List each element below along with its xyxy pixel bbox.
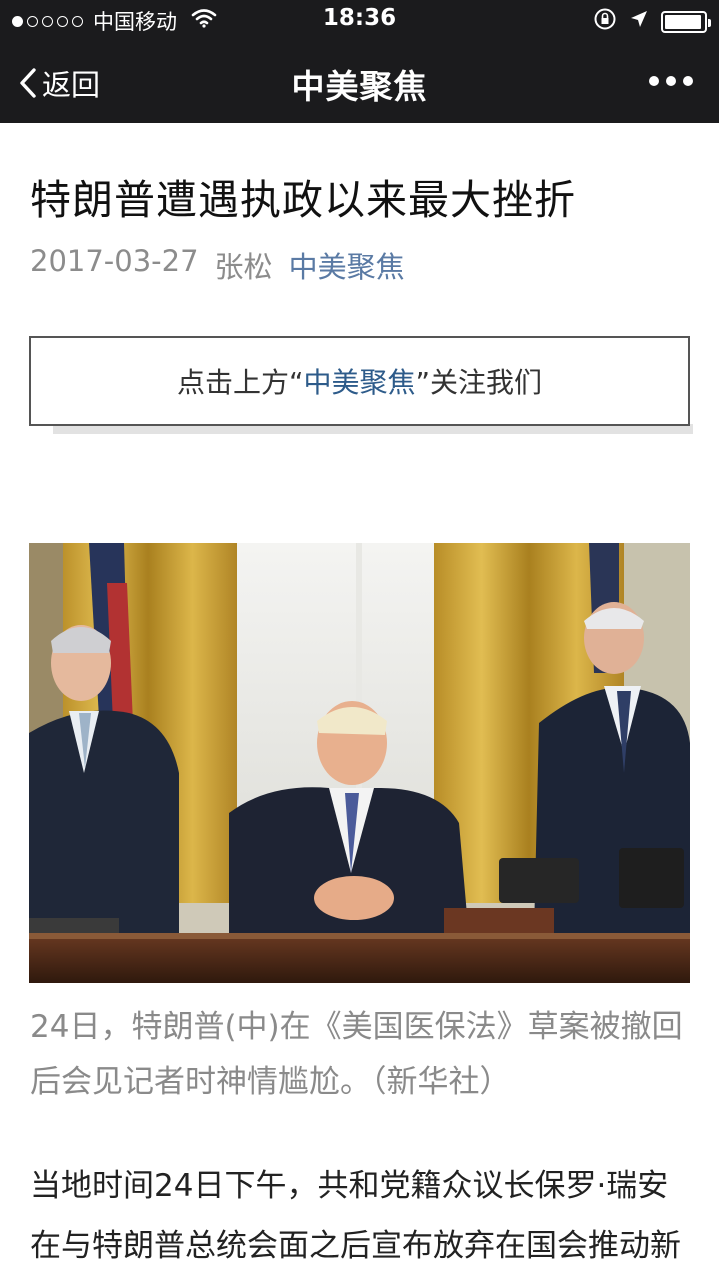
follow-account-name: 中美聚焦 — [303, 366, 416, 399]
location-arrow-icon — [629, 9, 649, 35]
author-name: 张松 — [214, 250, 273, 284]
follow-suffix: ”关注我们 — [415, 366, 543, 399]
more-dot — [666, 76, 676, 86]
rotation-lock-icon — [593, 7, 617, 37]
nav-title: 中美聚焦 — [291, 67, 428, 106]
press-photo-image — [29, 543, 690, 983]
account-link[interactable]: 中美聚焦 — [289, 244, 405, 286]
battery-level — [665, 15, 702, 29]
follow-prompt-box[interactable]: 点击上方“ 中美聚焦 ”关注我们 — [29, 336, 690, 426]
more-dot — [683, 76, 693, 86]
status-right — [593, 7, 711, 37]
battery-icon — [661, 11, 711, 33]
more-dot — [649, 76, 659, 86]
status-bar: 中国移动 18:36 — [0, 0, 719, 40]
nav-bar: 返回 中美聚焦 — [0, 40, 719, 123]
follow-banner: 点击上方“ 中美聚焦 ”关注我们 — [29, 336, 693, 436]
follow-prefix: 点击上方“ — [176, 366, 304, 399]
photo-caption: 24日，特朗普(中)在《美国医保法》草案被撤回后会见记者时神情尴尬。（新华社） — [30, 1009, 683, 1100]
article-meta: 2017-03-27 张松 中美聚焦 — [30, 244, 405, 286]
article-body-paragraph: 当地时间24日下午，共和党籍众议长保罗·瑞安在与特朗普总统会面之后宣布放弃在国会… — [30, 1168, 681, 1264]
article-photo[interactable] — [29, 543, 690, 983]
more-options-button[interactable] — [649, 76, 693, 86]
article-title: 特朗普遭遇执政以来最大挫折 — [30, 176, 576, 224]
publish-date: 2017-03-27 — [30, 244, 199, 278]
top-bar: 中国移动 18:36 返回 中美聚焦 — [0, 0, 719, 123]
